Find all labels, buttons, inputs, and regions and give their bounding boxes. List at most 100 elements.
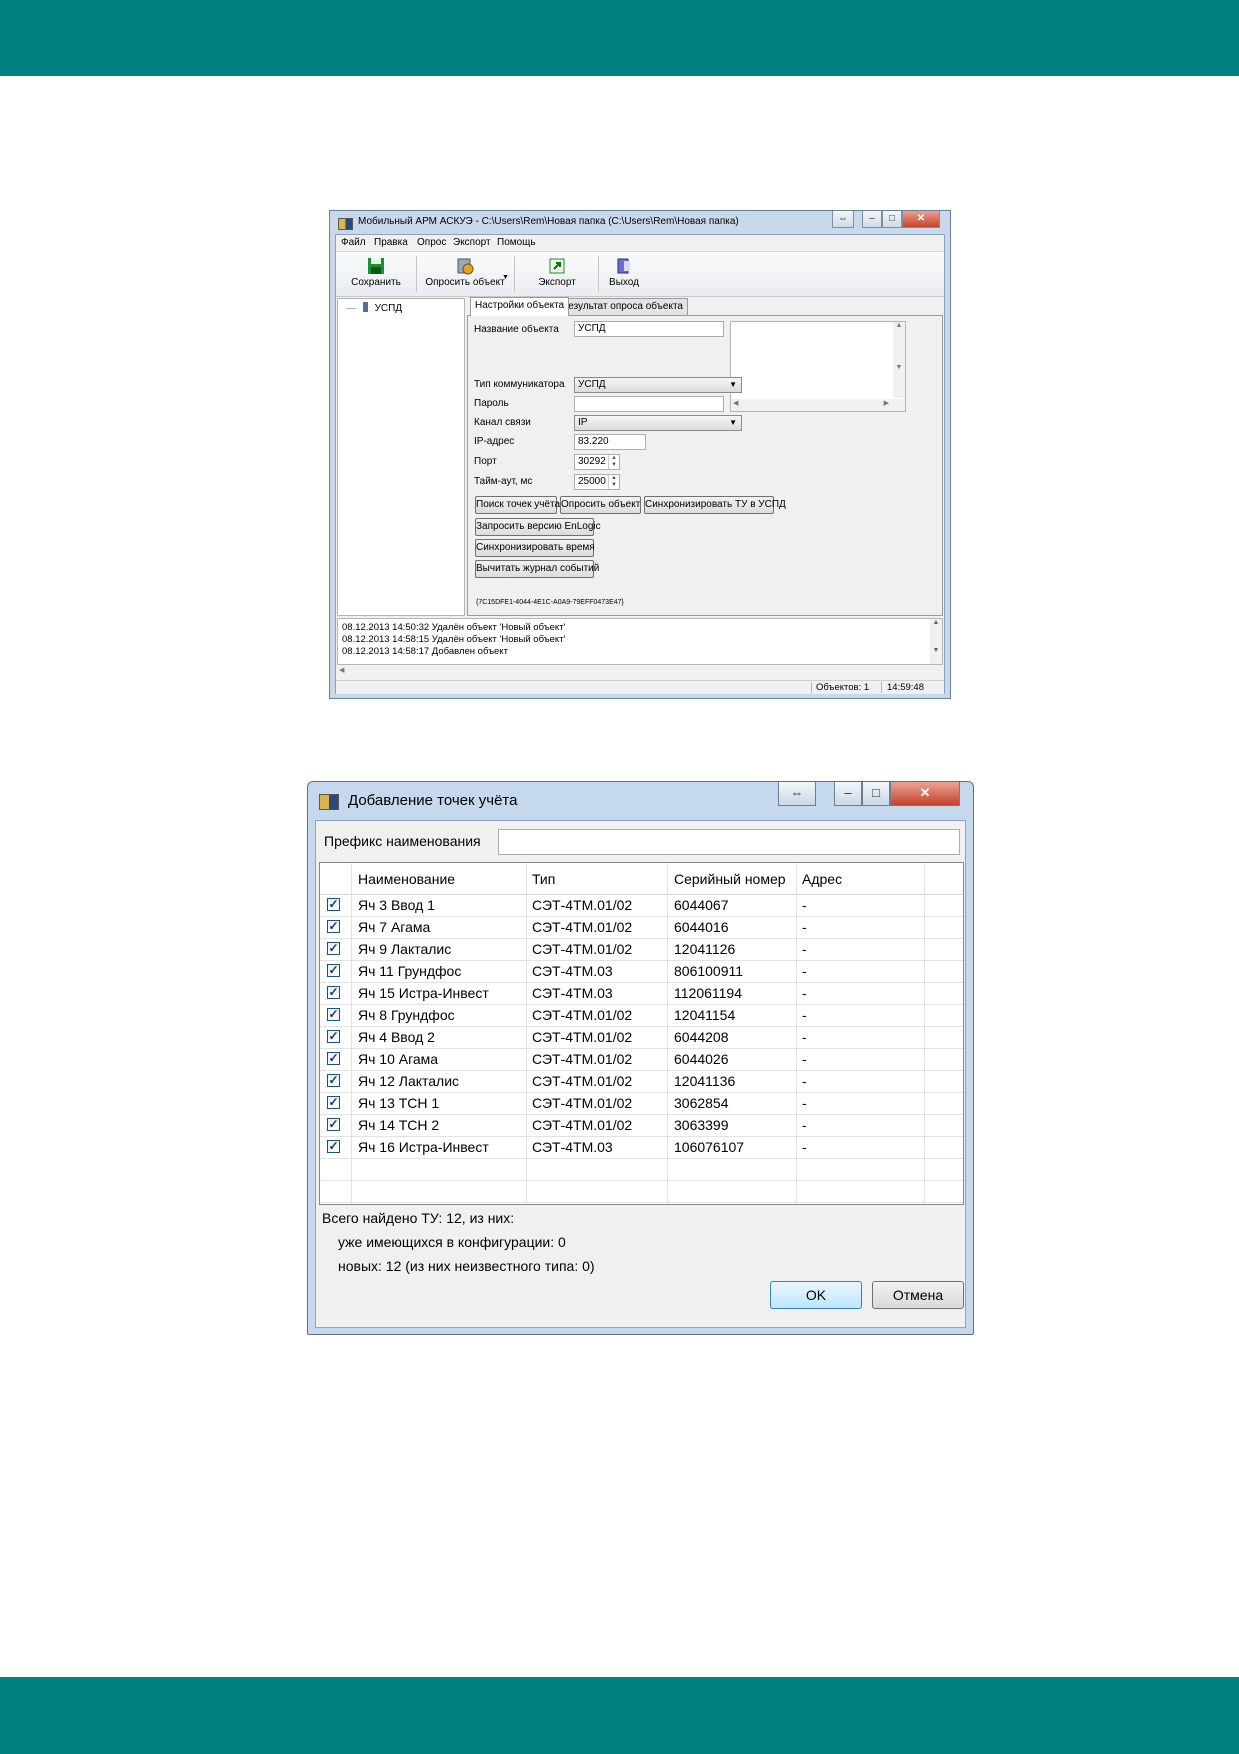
table-row[interactable]: ✓ Яч 11 Грундфос СЭТ-4ТМ.03 806100911 - [320, 960, 963, 983]
table-row[interactable]: ✓ Яч 15 Истра-Инвест СЭТ-4ТМ.03 112061194 - [320, 982, 963, 1005]
tab-object-settings[interactable]: Настройки объекта [470, 297, 570, 316]
table-row[interactable] [320, 1158, 963, 1181]
row-checkbox[interactable]: ✓ [327, 1118, 340, 1131]
export-button[interactable]: Экспорт [532, 255, 582, 293]
memo-vertical-scrollbar[interactable]: ▲ ▼ [893, 322, 905, 398]
table-row[interactable] [320, 1180, 963, 1203]
timeout-spinner[interactable]: 25000 ▲ ▼ [574, 474, 620, 490]
exit-label: Выход [609, 277, 639, 288]
description-memo[interactable]: ▲ ▼ ◀ ▶ [730, 321, 906, 412]
table-row[interactable]: ✓ Яч 10 Агама СЭТ-4ТМ.01/02 6044026 - [320, 1048, 963, 1071]
main-client-area: Файл Правка Опрос Экспорт Помощь Сохрани… [335, 234, 945, 694]
column-header-name[interactable]: Наименование [358, 871, 455, 887]
request-version-button[interactable]: Запросить версию EnLogic [475, 518, 601, 536]
password-label: Пароль [474, 398, 509, 409]
comm-type-select[interactable]: УСПД ▼ [574, 377, 742, 393]
maximize-button[interactable]: □ [882, 211, 902, 228]
row-checkbox[interactable]: ✓ [327, 1008, 340, 1021]
menu-help[interactable]: Помощь [497, 237, 536, 248]
row-checkbox[interactable]: ✓ [327, 1052, 340, 1065]
password-input[interactable] [574, 396, 724, 412]
cell-address: - [802, 985, 807, 1001]
cell-serial: 112061194 [674, 985, 742, 1001]
ok-button[interactable]: OK [770, 1281, 862, 1309]
object-name-input[interactable]: УСПД [574, 321, 724, 337]
cell-type: СЭТ-4ТМ.01/02 [532, 941, 633, 957]
port-spinner[interactable]: 30292 ▲ ▼ [574, 454, 620, 470]
save-button[interactable]: Сохранить [346, 255, 406, 293]
row-checkbox[interactable]: ✓ [327, 1074, 340, 1087]
cell-serial: 3063399 [674, 1117, 729, 1133]
table-row[interactable]: ✓ Яч 7 Агама СЭТ-4ТМ.01/02 6044016 - [320, 916, 963, 939]
comm-type-value: УСПД [578, 379, 606, 390]
cell-type: СЭТ-4ТМ.03 [532, 963, 613, 979]
minimize-button[interactable]: – [834, 782, 862, 806]
table-row[interactable]: ✓ Яч 9 Лакталис СЭТ-4ТМ.01/02 12041126 - [320, 938, 963, 961]
table-row[interactable]: ✓ Яч 12 Лакталис СЭТ-4ТМ.01/02 12041136 - [320, 1070, 963, 1093]
table-row[interactable]: ✓ Яч 8 Грундфос СЭТ-4ТМ.01/02 12041154 - [320, 1004, 963, 1027]
table-row[interactable]: ✓ Яч 14 ТСН 2 СЭТ-4ТМ.01/02 3063399 - [320, 1114, 963, 1137]
maximize-button[interactable]: □ [862, 782, 890, 806]
sync-tu-button[interactable]: Синхронизировать ТУ в УСПД [644, 496, 786, 514]
chevron-down-icon: ▼ [729, 380, 737, 389]
exit-button[interactable]: Выход [604, 255, 644, 293]
row-checkbox[interactable]: ✓ [327, 986, 340, 999]
cell-name: Яч 11 Грундфос [358, 963, 462, 979]
cell-serial: 12041154 [674, 1007, 736, 1023]
log-horizontal-scrollbar[interactable]: ◀ [337, 666, 943, 678]
menu-file[interactable]: Файл [341, 237, 366, 248]
column-header-serial[interactable]: Серийный номер [674, 871, 786, 887]
menu-poll[interactable]: Опрос [417, 237, 446, 248]
row-checkbox[interactable]: ✓ [327, 898, 340, 911]
cell-name: Яч 15 Истра-Инвест [358, 985, 489, 1001]
row-checkbox[interactable]: ✓ [327, 964, 340, 977]
close-button[interactable]: ✕ [890, 782, 960, 806]
tab-poll-result[interactable]: Результат опроса объекта [557, 298, 688, 315]
row-checkbox[interactable]: ✓ [327, 1096, 340, 1109]
toolbar-separator [416, 256, 417, 292]
prefix-input[interactable] [498, 829, 960, 855]
row-checkbox[interactable]: ✓ [327, 942, 340, 955]
minimize-button[interactable]: – [862, 211, 882, 228]
spin-arrows-icon[interactable]: ▲ ▼ [608, 455, 619, 469]
row-checkbox[interactable]: ✓ [327, 1030, 340, 1043]
title-bar[interactable]: Мобильный АРМ АСКУЭ - C:\Users\Rem\Новая… [330, 211, 950, 234]
channel-select[interactable]: IP ▼ [574, 415, 742, 431]
poll-object-button-2[interactable]: Опросить объект [560, 496, 641, 514]
read-log-button[interactable]: Вычитать журнал событий [475, 560, 599, 578]
row-checkbox[interactable]: ✓ [327, 1140, 340, 1153]
prefix-label: Префикс наименования [324, 833, 481, 849]
menu-edit[interactable]: Правка [374, 237, 408, 248]
tree-item-uspd[interactable]: — УСПД [346, 302, 402, 314]
cell-name: Яч 10 Агама [358, 1051, 439, 1067]
resize-icon[interactable]: ⇔ [832, 211, 854, 228]
column-header-address[interactable]: Адрес [802, 871, 842, 887]
sync-time-button[interactable]: Синхронизировать время [475, 539, 595, 557]
cancel-button[interactable]: Отмена [872, 1281, 964, 1309]
ip-label: IP-адрес [474, 436, 515, 447]
column-header-type[interactable]: Тип [532, 871, 555, 887]
table-row[interactable]: ✓ Яч 4 Ввод 2 СЭТ-4ТМ.01/02 6044208 - [320, 1026, 963, 1049]
memo-horizontal-scrollbar[interactable]: ◀ ▶ [731, 399, 905, 411]
cell-type: СЭТ-4ТМ.01/02 [532, 1007, 633, 1023]
log-vertical-scrollbar[interactable]: ▲ ▼ [930, 619, 942, 664]
status-bar: Объектов: 1 14:59:48 [336, 680, 944, 694]
cell-address: - [802, 1073, 807, 1089]
poll-object-button[interactable]: Опросить объект [422, 255, 508, 293]
cell-type: СЭТ-4ТМ.01/02 [532, 1117, 633, 1133]
close-button[interactable]: ✕ [902, 211, 940, 228]
table-row[interactable]: ✓ Яч 3 Ввод 1 СЭТ-4ТМ.01/02 6044067 - [320, 894, 963, 917]
cell-type: СЭТ-4ТМ.01/02 [532, 897, 633, 913]
export-icon [549, 258, 565, 274]
table-row[interactable]: ✓ Яч 13 ТСН 1 СЭТ-4ТМ.01/02 3062854 - [320, 1092, 963, 1115]
find-points-button[interactable]: Поиск точек учёта [475, 496, 560, 514]
table-row[interactable]: ✓ Яч 16 Истра-Инвест СЭТ-4ТМ.03 106076107 - [320, 1136, 963, 1159]
ip-input[interactable]: 83.220 [574, 434, 646, 450]
cell-serial: 6044208 [674, 1029, 729, 1045]
dropdown-arrow-icon[interactable]: ▼ [502, 274, 509, 281]
menu-export[interactable]: Экспорт [453, 237, 491, 248]
row-checkbox[interactable]: ✓ [327, 920, 340, 933]
spin-arrows-icon[interactable]: ▲ ▼ [608, 475, 619, 489]
window-title: Мобильный АРМ АСКУЭ - C:\Users\Rem\Новая… [358, 216, 739, 227]
resize-icon[interactable]: ⇔ [778, 782, 816, 806]
